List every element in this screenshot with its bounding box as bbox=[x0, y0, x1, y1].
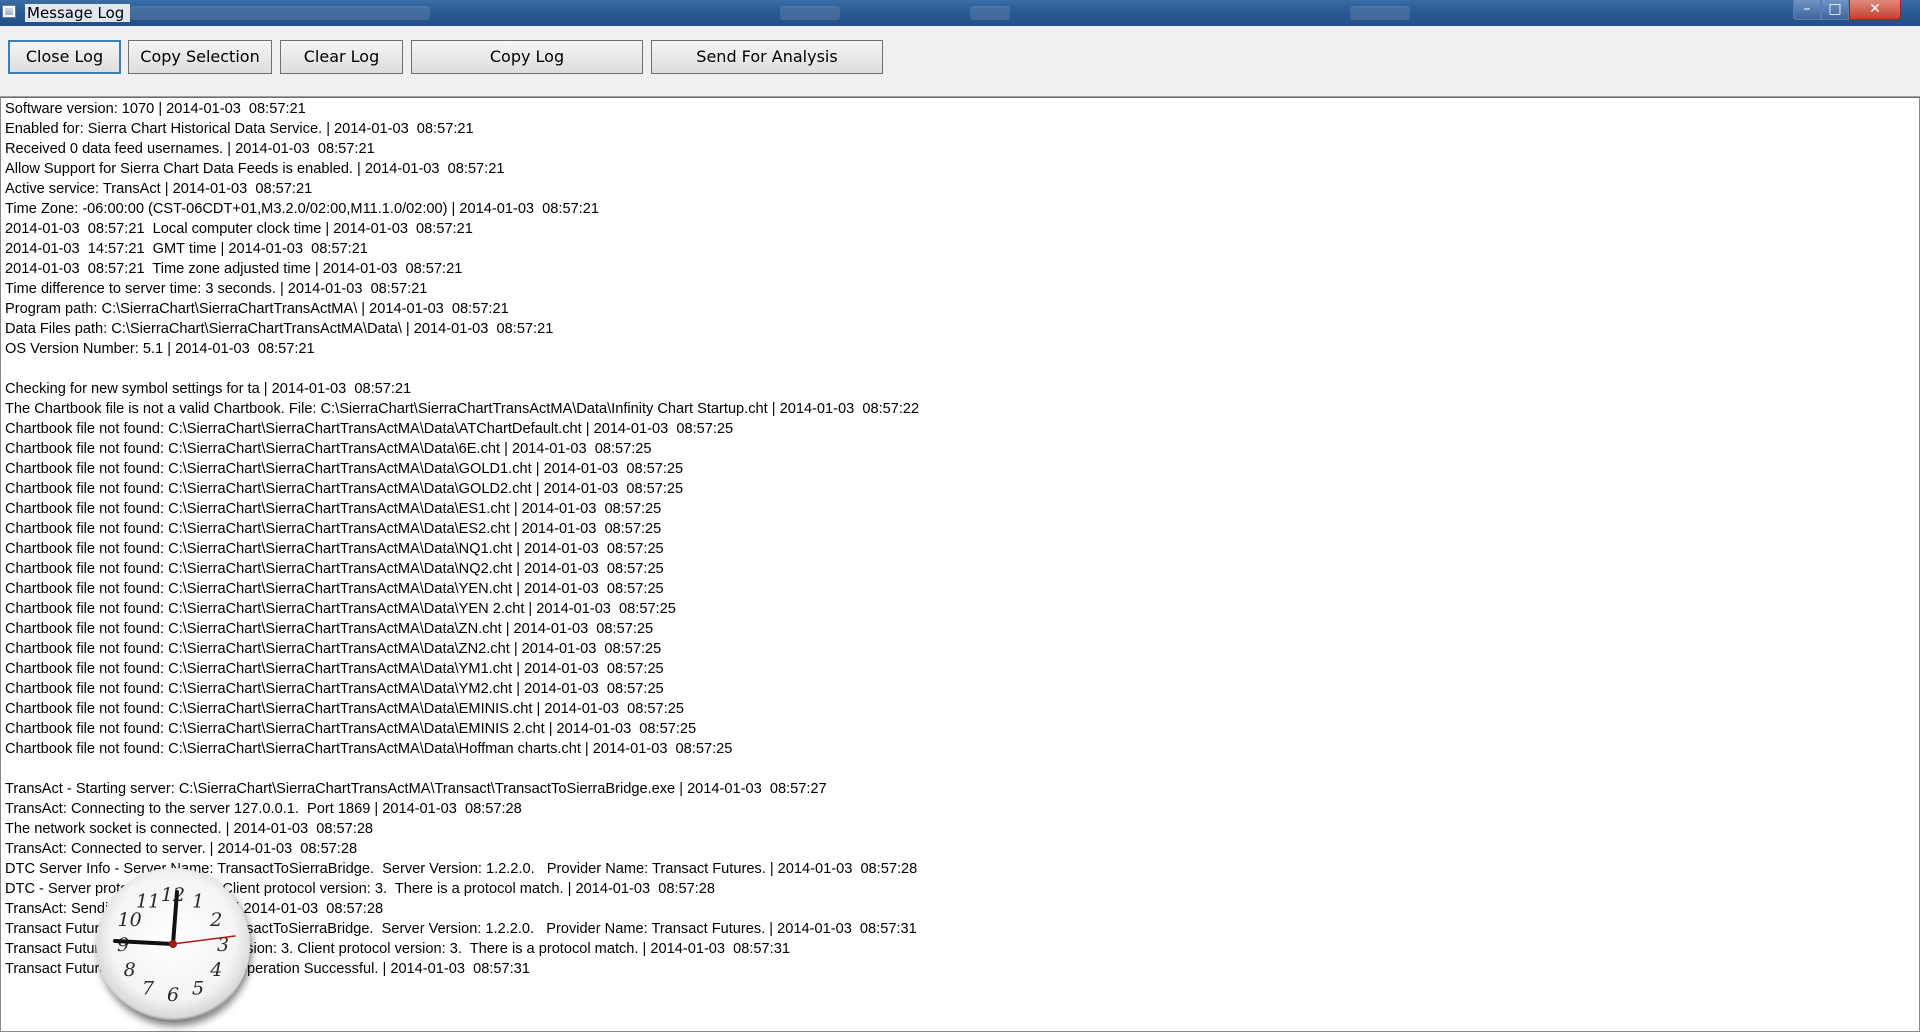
background-title-ghost bbox=[1350, 6, 1410, 20]
maximize-button[interactable]: □ bbox=[1821, 0, 1849, 20]
log-lines: Software version: 1070 | 2014-01-03 08:5… bbox=[5, 99, 919, 979]
clock-numeral: 1 bbox=[192, 891, 204, 913]
log-line: Checking for new symbol settings for ta … bbox=[5, 381, 412, 397]
log-line: OS Version Number: 5.1 | 2014-01-03 08:5… bbox=[5, 341, 315, 357]
close-log-button[interactable]: Close Log bbox=[8, 40, 121, 74]
clock-numeral: 4 bbox=[209, 959, 222, 981]
log-line: Time difference to server time: 3 second… bbox=[5, 281, 428, 297]
log-line: Allow Support for Sierra Chart Data Feed… bbox=[5, 161, 505, 177]
log-line: Software version: 1070 | 2014-01-03 08:5… bbox=[5, 101, 306, 117]
minimize-button[interactable]: – bbox=[1793, 0, 1821, 20]
log-line: Chartbook file not found: C:\SierraChart… bbox=[5, 621, 654, 637]
log-line: Chartbook file not found: C:\SierraChart… bbox=[5, 721, 697, 737]
clock-numeral: 12 bbox=[161, 884, 185, 906]
log-line: Data Files path: C:\SierraChart\SierraCh… bbox=[5, 321, 554, 337]
title-bar[interactable]: Message Log – □ ✕ bbox=[0, 0, 1920, 27]
log-line: Chartbook file not found: C:\SierraChart… bbox=[5, 481, 684, 497]
clock-numeral: 5 bbox=[192, 977, 204, 999]
copy-log-button[interactable]: Copy Log bbox=[411, 40, 643, 74]
log-line: 2014-01-03 14:57:21 GMT time | 2014-01-0… bbox=[5, 241, 368, 257]
window-title: Message Log bbox=[25, 4, 131, 22]
clock-numeral: 9 bbox=[117, 934, 129, 956]
log-line: 2014-01-03 08:57:21 Local computer clock… bbox=[5, 221, 473, 237]
log-line: TransAct - Starting server: C:\SierraCha… bbox=[5, 781, 827, 797]
log-line: Chartbook file not found: C:\SierraChart… bbox=[5, 561, 664, 577]
clock-face: 12 1234567891011 bbox=[113, 884, 236, 1006]
clock-numeral: 2 bbox=[209, 909, 222, 931]
clock-numeral: 8 bbox=[124, 959, 136, 981]
log-line: Received 0 data feed usernames. | 2014-0… bbox=[5, 141, 375, 157]
clock-numeral: 7 bbox=[142, 977, 155, 999]
log-line: Chartbook file not found: C:\SierraChart… bbox=[5, 701, 684, 717]
log-line: Chartbook file not found: C:\SierraChart… bbox=[5, 521, 662, 537]
log-line: Time Zone: -06:00:00 (CST-06CDT+01,M3.2.… bbox=[5, 201, 599, 217]
log-line: TransAct: Connecting to the server 127.0… bbox=[5, 801, 522, 817]
log-line: Chartbook file not found: C:\SierraChart… bbox=[5, 641, 662, 657]
close-window-button[interactable]: ✕ bbox=[1849, 0, 1901, 20]
log-line: Chartbook file not found: C:\SierraChart… bbox=[5, 541, 664, 557]
toolbar: Close Log Copy Selection Clear Log Copy … bbox=[0, 26, 1920, 97]
background-title-ghost bbox=[130, 6, 430, 20]
log-line: The network socket is connected. | 2014-… bbox=[5, 821, 374, 837]
log-line: Program path: C:\SierraChart\SierraChart… bbox=[5, 301, 509, 317]
clear-log-button[interactable]: Clear Log bbox=[280, 40, 403, 74]
background-title-ghost bbox=[970, 6, 1010, 20]
clock-numeral: 6 bbox=[167, 984, 179, 1006]
log-line: Active service: TransAct | 2014-01-03 08… bbox=[5, 181, 313, 197]
log-line: Chartbook file not found: C:\SierraChart… bbox=[5, 441, 652, 457]
log-line: 2014-01-03 08:57:21 Time zone adjusted t… bbox=[5, 261, 463, 277]
send-for-analysis-button[interactable]: Send For Analysis bbox=[651, 40, 883, 74]
clock-center-pin bbox=[169, 940, 177, 948]
log-line: Chartbook file not found: C:\SierraChart… bbox=[5, 461, 684, 477]
log-line: Chartbook file not found: C:\SierraChart… bbox=[5, 741, 733, 757]
message-log-window: Message Log – □ ✕ Close Log Copy Selecti… bbox=[0, 0, 1920, 1032]
background-title-ghost bbox=[780, 6, 840, 20]
log-line: Chartbook file not found: C:\SierraChart… bbox=[5, 601, 676, 617]
log-line: Chartbook file not found: C:\SierraChart… bbox=[5, 421, 734, 437]
log-line: Chartbook file not found: C:\SierraChart… bbox=[5, 501, 662, 517]
clock-numeral: 11 bbox=[136, 891, 160, 913]
copy-selection-button[interactable]: Copy Selection bbox=[128, 40, 272, 74]
log-text-area[interactable]: Software version: 1070 | 2014-01-03 08:5… bbox=[0, 97, 1920, 1032]
window-icon bbox=[2, 5, 16, 18]
log-line: Enabled for: Sierra Chart Historical Dat… bbox=[5, 121, 474, 137]
log-line: TransAct: Connected to server. | 2014-01… bbox=[5, 841, 358, 857]
log-line: The Chartbook file is not a valid Chartb… bbox=[5, 401, 920, 417]
clock-gadget[interactable]: 12 1 2 3 4 5 6 7 8 9 10 11 bbox=[96, 868, 250, 1022]
log-line: Chartbook file not found: C:\SierraChart… bbox=[5, 661, 664, 677]
log-line: Chartbook file not found: C:\SierraChart… bbox=[5, 581, 664, 597]
log-line: Chartbook file not found: C:\SierraChart… bbox=[5, 681, 664, 697]
